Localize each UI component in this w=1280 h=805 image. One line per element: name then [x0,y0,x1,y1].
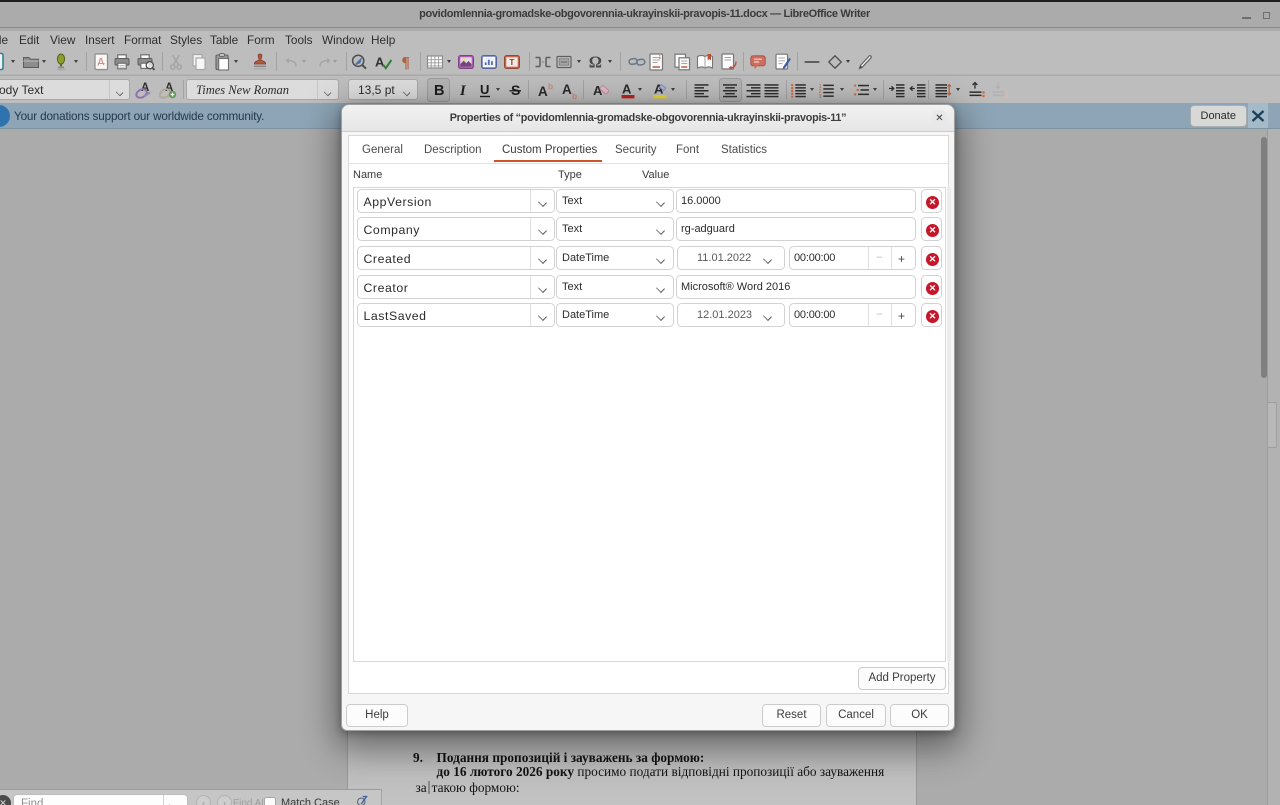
svg-text:A: A [562,82,572,97]
svg-text:I: I [459,83,467,99]
svg-text:3: 3 [819,94,822,100]
svg-text:Ω: Ω [589,52,602,71]
svg-text:1: 1 [659,55,662,61]
svg-text:¶: ¶ [402,54,410,71]
svg-text:B: B [434,83,444,99]
svg-text:b: b [548,81,553,91]
svg-text:S: S [511,82,520,98]
svg-text:A: A [622,82,632,97]
svg-text:A: A [375,54,385,69]
svg-text:T: T [509,57,515,67]
svg-text:b: b [572,91,577,100]
svg-text:A: A [141,82,149,94]
svg-text:U: U [480,82,489,97]
svg-text:A: A [538,84,548,99]
